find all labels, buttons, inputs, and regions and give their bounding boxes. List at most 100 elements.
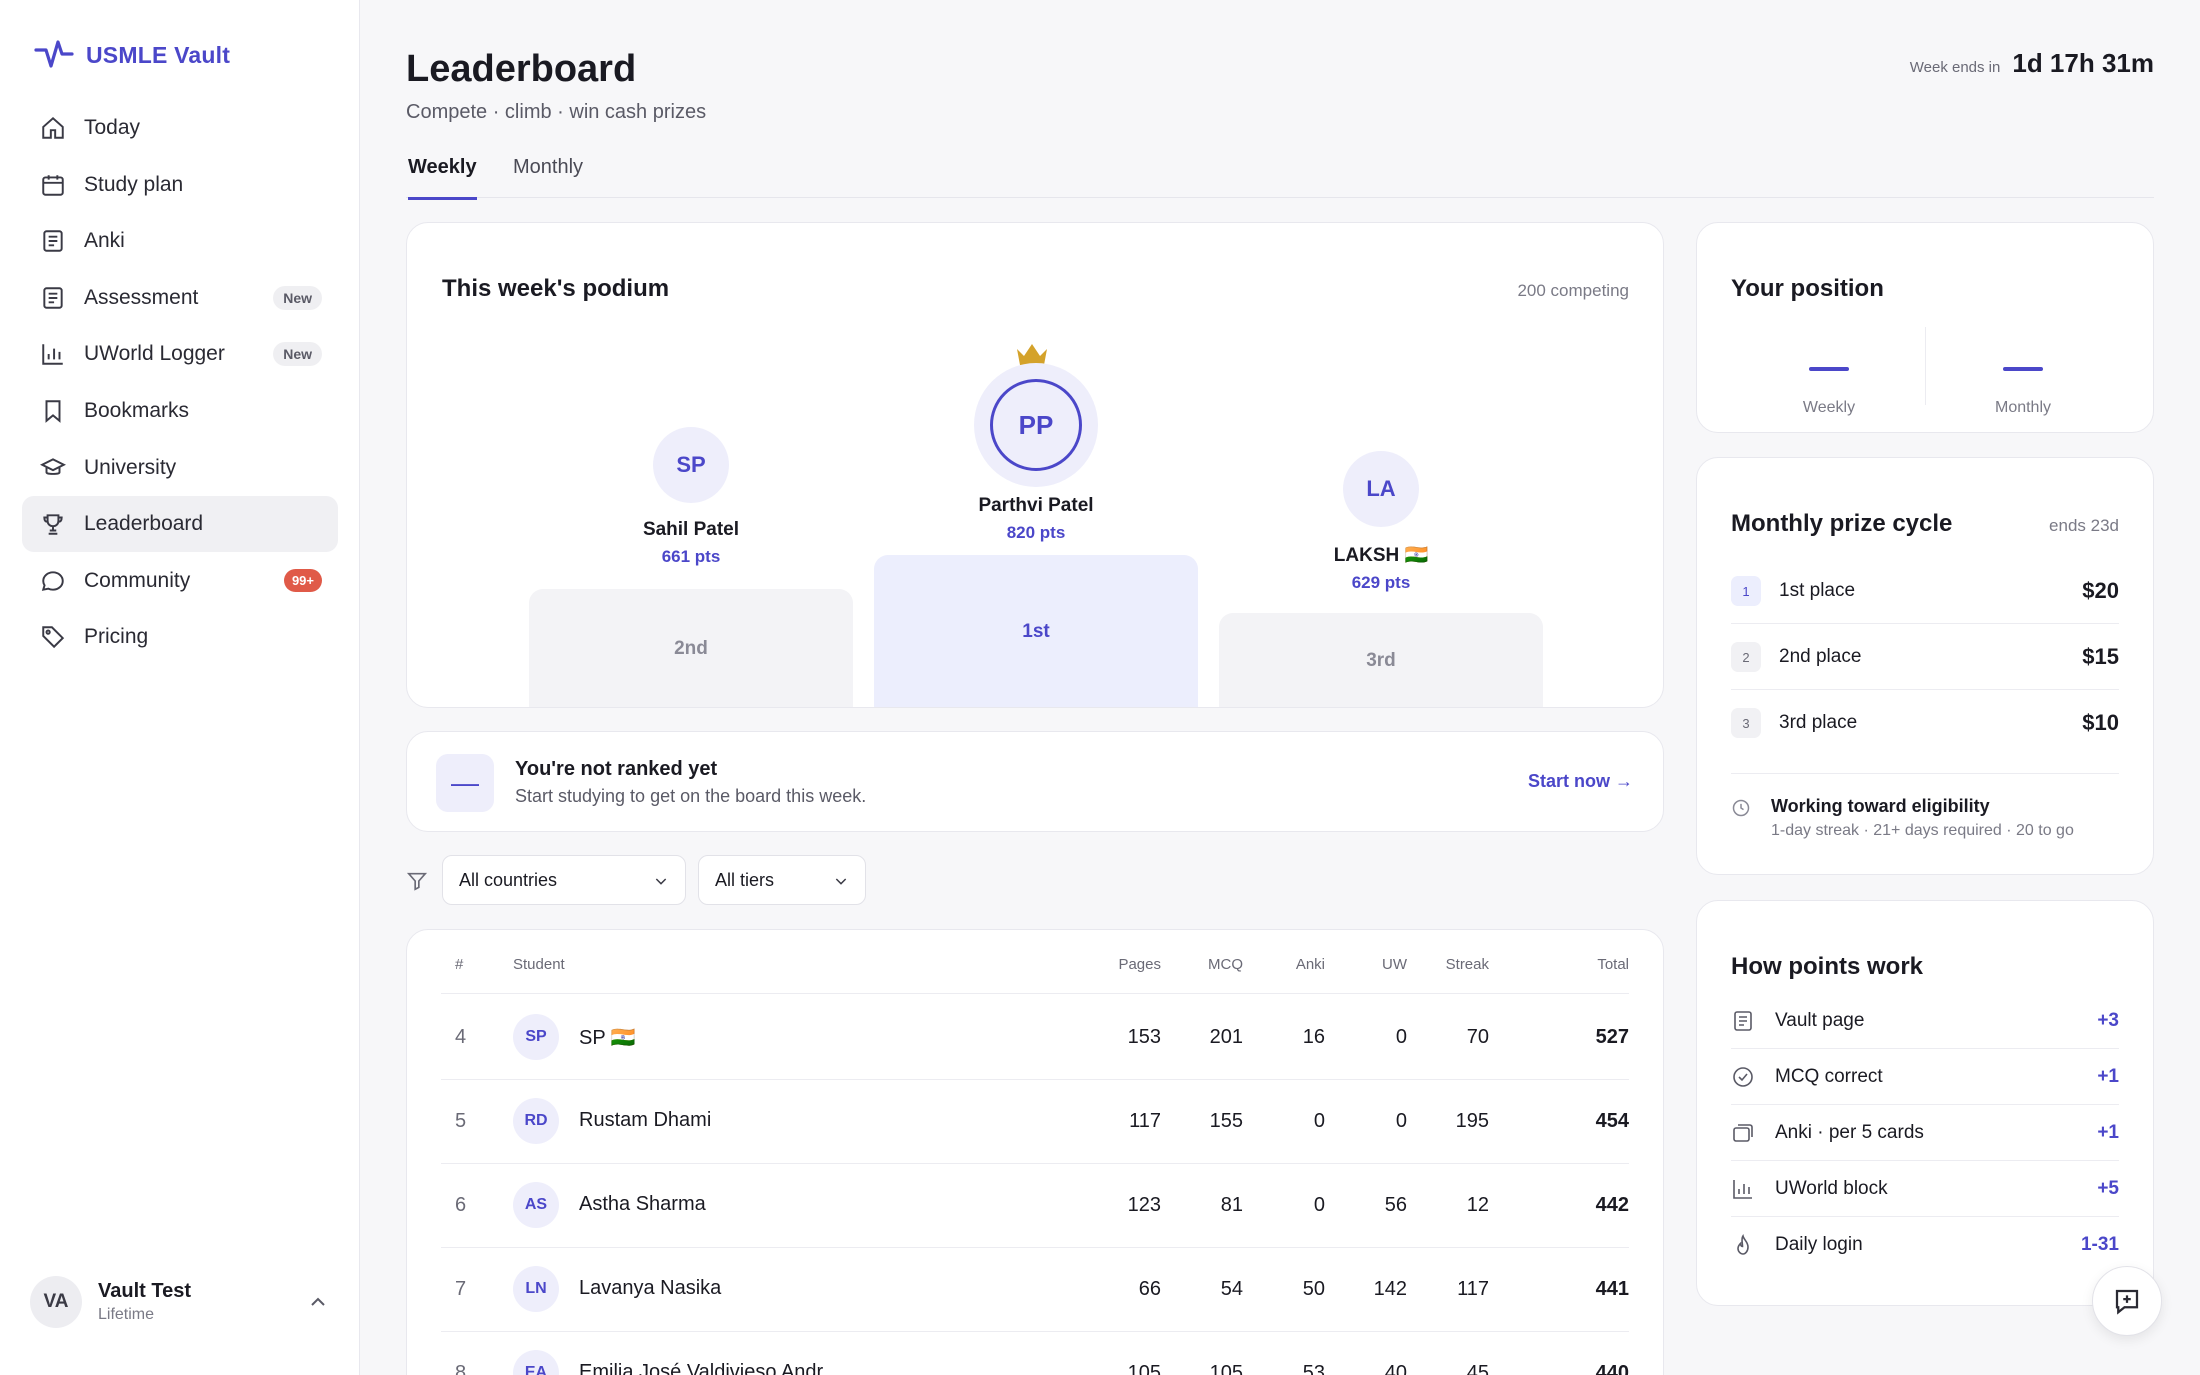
new-badge: New (273, 285, 322, 310)
streak: 117 (1457, 1278, 1489, 1300)
podium-points: 661 pts (661, 547, 721, 566)
points-row: MCQ correct +1 (1731, 1049, 2119, 1105)
sidebar-item-community[interactable]: Community 99+ (22, 553, 338, 609)
vault-logo-icon (34, 40, 74, 68)
tab-weekly[interactable]: Weekly (408, 156, 477, 200)
table-row[interactable]: 8 EA Emilia José Valdivieso Andr 105 105… (441, 1332, 1629, 1375)
points-label: Anki · per 5 cards (1775, 1122, 1924, 1143)
feedback-button[interactable] (2092, 1266, 2162, 1336)
uw: 142 (1373, 1278, 1407, 1300)
podium-points: 629 pts (1351, 573, 1411, 592)
rank: 8 (455, 1362, 467, 1375)
anki: 0 (1313, 1194, 1325, 1216)
brand-logo[interactable]: USMLE Vault (34, 38, 230, 72)
document-icon (38, 283, 68, 313)
table-row[interactable]: 4 SP SP 🇮🇳 153 201 16 0 70 527 (441, 996, 1629, 1080)
sidebar-item-today[interactable]: Today (22, 100, 338, 156)
points-value: +1 (2097, 1066, 2119, 1087)
points-label: Daily login (1775, 1234, 1863, 1255)
country-select-value: All countries (459, 869, 558, 890)
uw: 0 (1395, 1026, 1407, 1048)
prize-row: 1 1st place $20 (1731, 558, 2119, 624)
avatar: SP (653, 427, 729, 503)
tab-monthly[interactable]: Monthly (513, 156, 583, 197)
prize-amount: $10 (2082, 710, 2119, 735)
avatar: VA (30, 1276, 82, 1328)
leaderboard-table: # Student Pages MCQ Anki UW Streak Total… (406, 929, 1664, 1375)
points-row: Vault page +3 (1731, 993, 2119, 1049)
sidebar-item-uworld-logger[interactable]: UWorld Logger New (22, 326, 338, 382)
total: 440 (1595, 1362, 1629, 1375)
page-icon (1734, 1011, 1752, 1031)
student-name: Lavanya Nasika (579, 1277, 722, 1299)
page-title: Leaderboard (406, 48, 637, 90)
podium-second[interactable]: SP Sahil Patel 661 pts (529, 427, 853, 567)
user-name: Vault Test (98, 1280, 191, 1302)
brand-name: USMLE Vault (86, 41, 231, 68)
avatar: PP (974, 363, 1098, 487)
avatar: RD (513, 1098, 559, 1144)
sidebar-item-university[interactable]: University (22, 440, 338, 496)
student-name: Astha Sharma (579, 1193, 706, 1215)
rank: 5 (455, 1110, 467, 1132)
place-label: 1st place (1779, 580, 1856, 601)
sidebar-nav: Today Study plan Anki Assessment New UWo… (22, 100, 338, 666)
podium-third[interactable]: LA LAKSH 🇮🇳 629 pts (1219, 451, 1543, 593)
total: 454 (1595, 1110, 1629, 1132)
points-value: +3 (2097, 1010, 2119, 1031)
tier-select[interactable]: All tiers (698, 855, 866, 905)
filter-icon (406, 872, 428, 891)
place-label: 2nd place (1779, 646, 1862, 667)
chevron-up-icon (311, 1297, 325, 1306)
student-name: Emilia José Valdivieso Andr (579, 1361, 824, 1375)
prize-ends: ends 23d (2049, 516, 2119, 535)
rank: 6 (455, 1194, 467, 1216)
pages: 105 (1127, 1362, 1161, 1375)
total: 441 (1595, 1278, 1629, 1300)
place-label: 3rd place (1779, 712, 1858, 733)
podium-name: Parthvi Patel (978, 495, 1094, 516)
sidebar-item-pricing[interactable]: Pricing (22, 609, 338, 665)
table-row[interactable]: 5 RD Rustam Dhami 117 155 0 0 195 454 (441, 1080, 1629, 1164)
avatar: AS (513, 1182, 559, 1228)
sidebar-item-leaderboard[interactable]: Leaderboard (22, 496, 338, 553)
document-icon (38, 226, 68, 256)
check-circle-icon (1733, 1067, 1753, 1087)
start-now-link[interactable]: Start now → (1528, 771, 1633, 792)
rank: 4 (455, 1026, 467, 1048)
sidebar-item-bookmarks[interactable]: Bookmarks (22, 383, 338, 439)
anki: 53 (1302, 1362, 1325, 1375)
rank: 7 (455, 1278, 467, 1300)
avatar: LN (513, 1266, 559, 1312)
mcq: 81 (1220, 1194, 1243, 1216)
points-value: +1 (2097, 1122, 2119, 1143)
table-row[interactable]: 6 AS Astha Sharma 123 81 0 56 12 442 (441, 1164, 1629, 1248)
flame-icon (1737, 1234, 1749, 1255)
avatar: SP (513, 1014, 559, 1060)
user-menu[interactable]: VA Vault Test Lifetime (30, 1276, 330, 1328)
podium-first[interactable]: PP Parthvi Patel 820 pts (874, 363, 1198, 543)
sidebar-item-study-plan[interactable]: Study plan (22, 157, 338, 213)
student-name: SP 🇮🇳 (579, 1027, 636, 1049)
position-title: Your position (1731, 275, 1884, 302)
col-rank: # (455, 956, 464, 973)
place-number: 1 (1731, 576, 1761, 606)
sidebar-item-label: Anki (84, 229, 125, 253)
weekly-rank-placeholder (1809, 367, 1849, 371)
sidebar-item-assessment[interactable]: Assessment New (22, 270, 338, 326)
home-icon (38, 113, 68, 143)
mcq: 54 (1220, 1278, 1243, 1300)
country-select[interactable]: All countries (442, 855, 686, 905)
clock-icon (1732, 799, 1750, 817)
table-row[interactable]: 7 LN Lavanya Nasika 66 54 50 142 117 441 (441, 1248, 1629, 1332)
pages: 66 (1138, 1278, 1161, 1300)
table-header: # Student Pages MCQ Anki UW Streak Total (441, 956, 1629, 994)
points-label: MCQ correct (1775, 1066, 1883, 1087)
prize-row: 3 3rd place $10 (1731, 690, 2119, 756)
user-plan: Lifetime (98, 1306, 155, 1323)
eligibility-title: Working toward eligibility (1771, 796, 1990, 816)
sidebar-item-anki[interactable]: Anki (22, 213, 338, 269)
cards-icon (1733, 1124, 1753, 1142)
podium-block-first: 1st (874, 555, 1198, 707)
weekly-label: Weekly (1802, 399, 1856, 416)
